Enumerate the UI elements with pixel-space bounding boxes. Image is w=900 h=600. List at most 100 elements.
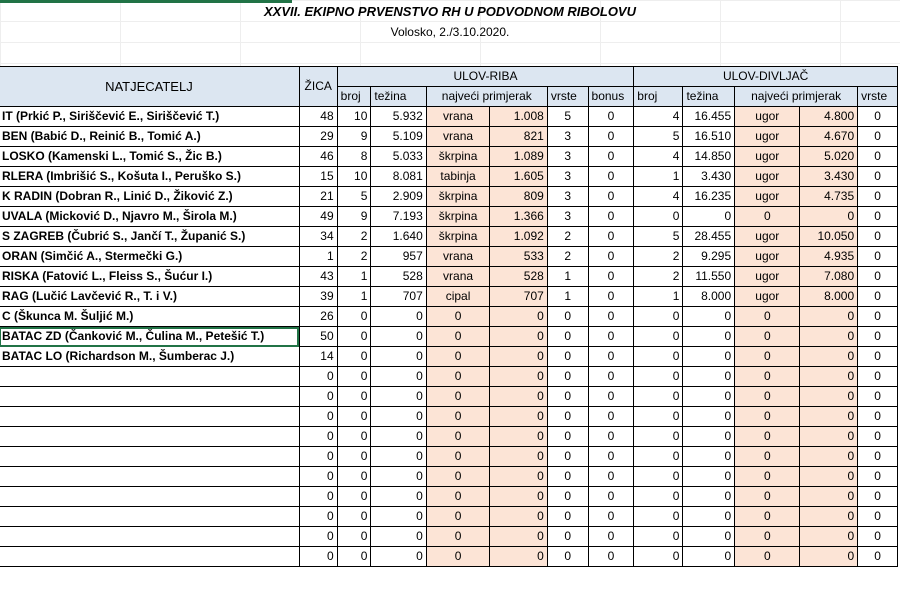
cell-riba-tezina[interactable]: 0 xyxy=(370,326,427,347)
cell-riba-tezina[interactable]: 0 xyxy=(370,346,427,367)
cell-riba-vrsta[interactable]: 0 xyxy=(425,526,491,547)
cell-riba-najveci[interactable]: 0 xyxy=(489,326,548,347)
cell-divljac-najveci[interactable]: 0 xyxy=(799,546,859,567)
cell-riba-vrste[interactable]: 0 xyxy=(546,366,589,387)
cell-divljac-najveci[interactable]: 0 xyxy=(799,486,859,507)
cell-divljac-vrsta[interactable]: 0 xyxy=(734,386,801,407)
cell-name[interactable] xyxy=(0,526,300,547)
cell-divljac-vrsta[interactable]: ugor xyxy=(734,106,801,127)
cell-riba-vrste[interactable]: 0 xyxy=(546,546,589,567)
cell-riba-vrsta[interactable]: 0 xyxy=(425,486,491,507)
cell-riba-vrste[interactable]: 1 xyxy=(546,286,589,307)
cell-riba-bonus[interactable]: 0 xyxy=(587,346,635,367)
cell-riba-vrsta[interactable]: vrana xyxy=(425,126,491,147)
cell-riba-vrsta[interactable]: 0 xyxy=(425,546,491,567)
cell-riba-tezina[interactable]: 0 xyxy=(370,466,427,487)
cell-divljac-tezina[interactable]: 0 xyxy=(682,366,736,387)
cell-divljac-vrsta[interactable]: 0 xyxy=(734,506,801,527)
cell-divljac-tezina[interactable]: 16.510 xyxy=(682,126,736,147)
cell-divljac-najveci[interactable]: 4.735 xyxy=(799,186,859,207)
cell-riba-tezina[interactable]: 5.033 xyxy=(370,146,427,167)
cell-divljac-najveci[interactable]: 0 xyxy=(799,206,859,227)
cell-divljac-najveci[interactable]: 4.670 xyxy=(799,126,859,147)
cell-riba-broj[interactable]: 1 xyxy=(336,286,372,307)
cell-divljac-broj[interactable]: 4 xyxy=(633,106,684,127)
cell-divljac-tezina[interactable]: 3.430 xyxy=(682,166,736,187)
cell-divljac-najveci[interactable]: 0 xyxy=(799,366,859,387)
header-riba-bonus[interactable]: bonus xyxy=(587,86,635,107)
cell-divljac-vrste[interactable]: 0 xyxy=(857,166,898,187)
cell-riba-najveci[interactable]: 0 xyxy=(489,386,548,407)
cell-riba-vrsta[interactable]: vrana xyxy=(425,106,491,127)
cell-riba-broj[interactable]: 0 xyxy=(336,366,372,387)
cell-divljac-vrsta[interactable]: ugor xyxy=(734,286,801,307)
cell-divljac-najveci[interactable]: 10.050 xyxy=(799,226,859,247)
cell-riba-bonus[interactable]: 0 xyxy=(587,386,635,407)
cell-riba-bonus[interactable]: 0 xyxy=(587,246,635,267)
cell-riba-tezina[interactable]: 528 xyxy=(370,266,427,287)
cell-riba-tezina[interactable]: 707 xyxy=(370,286,427,307)
cell-riba-vrste[interactable]: 1 xyxy=(546,266,589,287)
cell-divljac-vrsta[interactable]: 0 xyxy=(734,306,801,327)
cell-riba-najveci[interactable]: 809 xyxy=(489,186,548,207)
header-riba-vrste[interactable]: vrste xyxy=(546,86,589,107)
cell-riba-vrste[interactable]: 0 xyxy=(546,486,589,507)
cell-name[interactable]: K RADIN (Dobran R., Linić D., Žiković Z.… xyxy=(0,186,300,207)
header-divljac-broj[interactable]: broj xyxy=(633,86,684,107)
cell-zica[interactable]: 0 xyxy=(298,406,338,427)
cell-divljac-tezina[interactable]: 0 xyxy=(682,446,736,467)
cell-riba-vrsta[interactable]: 0 xyxy=(425,426,491,447)
cell-riba-bonus[interactable]: 0 xyxy=(587,506,635,527)
cell-divljac-vrsta[interactable]: 0 xyxy=(734,486,801,507)
cell-divljac-vrste[interactable]: 0 xyxy=(857,286,898,307)
cell-riba-bonus[interactable]: 0 xyxy=(587,446,635,467)
cell-divljac-tezina[interactable]: 0 xyxy=(682,526,736,547)
cell-riba-bonus[interactable]: 0 xyxy=(587,406,635,427)
cell-riba-tezina[interactable]: 2.909 xyxy=(370,186,427,207)
cell-zica[interactable]: 0 xyxy=(298,486,338,507)
cell-riba-bonus[interactable]: 0 xyxy=(587,466,635,487)
cell-divljac-tezina[interactable]: 0 xyxy=(682,346,736,367)
cell-zica[interactable]: 34 xyxy=(298,226,338,247)
cell-divljac-vrste[interactable]: 0 xyxy=(857,506,898,527)
cell-divljac-broj[interactable]: 0 xyxy=(633,206,684,227)
cell-divljac-tezina[interactable]: 0 xyxy=(682,486,736,507)
cell-divljac-tezina[interactable]: 0 xyxy=(682,426,736,447)
cell-riba-vrste[interactable]: 0 xyxy=(546,406,589,427)
cell-divljac-vrste[interactable]: 0 xyxy=(857,126,898,147)
cell-riba-najveci[interactable]: 528 xyxy=(489,266,548,287)
cell-zica[interactable]: 0 xyxy=(298,446,338,467)
cell-divljac-najveci[interactable]: 0 xyxy=(799,386,859,407)
cell-name[interactable] xyxy=(0,366,300,387)
cell-divljac-broj[interactable]: 0 xyxy=(633,326,684,347)
header-riba-najveci[interactable]: najveći primjerak xyxy=(425,86,548,107)
cell-zica[interactable]: 1 xyxy=(298,246,338,267)
cell-riba-vrsta[interactable]: škrpina xyxy=(425,206,491,227)
cell-riba-broj[interactable]: 9 xyxy=(336,126,372,147)
cell-divljac-vrsta[interactable]: ugor xyxy=(734,246,801,267)
cell-riba-najveci[interactable]: 0 xyxy=(489,526,548,547)
cell-name[interactable]: C (Škunca M. Šuljić M.) xyxy=(0,306,300,327)
cell-divljac-broj[interactable]: 0 xyxy=(633,446,684,467)
cell-divljac-vrsta[interactable]: ugor xyxy=(734,226,801,247)
cell-riba-tezina[interactable]: 0 xyxy=(370,386,427,407)
cell-riba-bonus[interactable]: 0 xyxy=(587,426,635,447)
cell-riba-broj[interactable]: 2 xyxy=(336,226,372,247)
cell-riba-vrsta[interactable]: 0 xyxy=(425,326,491,347)
cell-divljac-najveci[interactable]: 0 xyxy=(799,526,859,547)
cell-riba-broj[interactable]: 0 xyxy=(336,446,372,467)
cell-riba-najveci[interactable]: 0 xyxy=(489,306,548,327)
cell-riba-vrsta[interactable]: škrpina xyxy=(425,146,491,167)
cell-riba-vrsta[interactable]: 0 xyxy=(425,506,491,527)
cell-riba-tezina[interactable]: 7.193 xyxy=(370,206,427,227)
cell-divljac-tezina[interactable]: 9.295 xyxy=(682,246,736,267)
cell-riba-vrste[interactable]: 0 xyxy=(546,306,589,327)
cell-divljac-vrste[interactable]: 0 xyxy=(857,326,898,347)
cell-riba-vrste[interactable]: 0 xyxy=(546,446,589,467)
cell-zica[interactable]: 43 xyxy=(298,266,338,287)
cell-divljac-tezina[interactable]: 8.000 xyxy=(682,286,736,307)
cell-riba-vrste[interactable]: 0 xyxy=(546,466,589,487)
cell-zica[interactable]: 48 xyxy=(298,106,338,127)
cell-riba-vrsta[interactable]: 0 xyxy=(425,386,491,407)
cell-divljac-vrste[interactable]: 0 xyxy=(857,546,898,567)
